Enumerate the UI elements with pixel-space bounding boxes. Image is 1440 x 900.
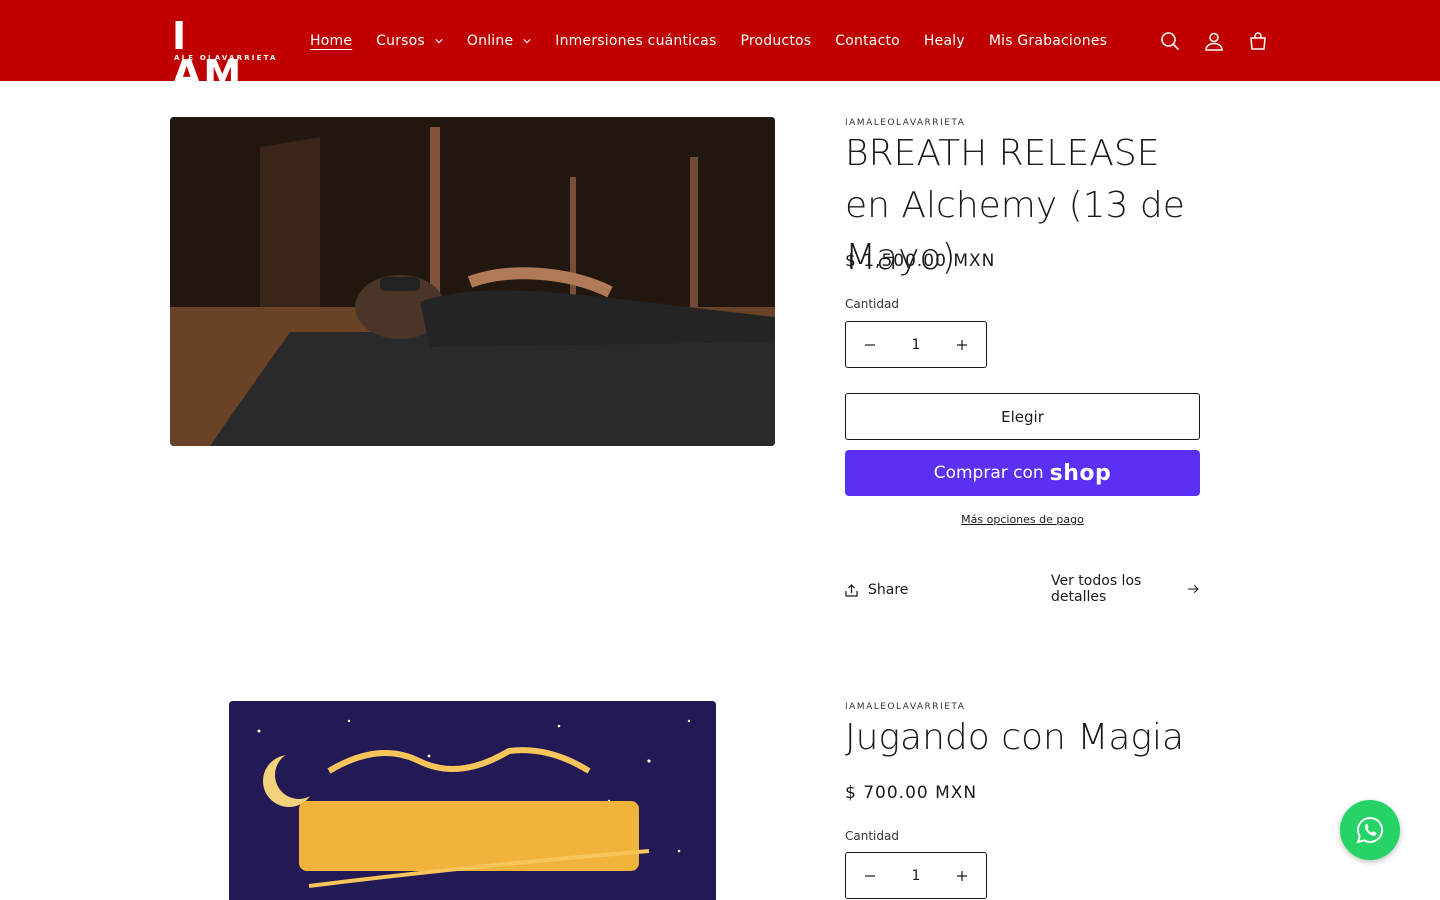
plus-icon — [956, 870, 967, 881]
nav-label: Online — [466, 32, 514, 49]
details-label: Ver todos los detalles — [1051, 573, 1142, 605]
site-logo[interactable]: I AM ALE OLAVARRIETA — [172, 17, 275, 93]
search-icon — [1161, 31, 1180, 50]
share-button[interactable]: Share — [845, 582, 908, 598]
shop-pay-logo: shop — [1049, 460, 1112, 486]
nav-label: Inmersiones cuánticas — [555, 32, 717, 49]
shop-pay-prefix: Comprar con — [933, 463, 1044, 483]
site-header: I AM ALE OLAVARRIETA Home Cursos Online … — [0, 0, 1440, 93]
product-vendor: IAMALEOLAVARRIETA — [845, 118, 966, 128]
account-icon — [1205, 32, 1223, 51]
cart-button[interactable] — [1236, 19, 1280, 63]
quantity-label: Cantidad — [845, 297, 899, 311]
main-nav: Home Cursos Online Inmersiones cuánticas… — [298, 0, 1119, 81]
logo-subtext: ALE OLAVARRIETA — [174, 54, 278, 62]
nav-item-inmersiones[interactable]: Inmersiones cuánticas — [543, 33, 728, 49]
product-photo — [170, 117, 775, 446]
quantity-increase-button[interactable] — [954, 337, 970, 353]
nav-label: Contacto — [835, 32, 900, 49]
quantity-decrease-button[interactable] — [862, 868, 878, 884]
view-details-link[interactable]: Ver todos los detalles — [1051, 573, 1200, 605]
shop-pay-button[interactable]: Comprar con shop — [845, 450, 1200, 496]
cart-icon — [1250, 31, 1266, 50]
share-icon — [845, 583, 858, 597]
whatsapp-icon — [1356, 816, 1384, 844]
quantity-input[interactable]: 1 — [912, 337, 921, 353]
nav-item-home[interactable]: Home — [298, 33, 364, 49]
minus-icon — [865, 874, 875, 877]
nav-label: Home — [310, 32, 353, 49]
nav-label: Cursos — [376, 32, 425, 49]
nav-label: Healy — [923, 32, 965, 49]
share-label: Share — [868, 582, 909, 598]
arrow-right-icon — [1188, 584, 1199, 594]
quantity-input[interactable]: 1 — [912, 868, 921, 884]
product-artwork — [229, 701, 716, 900]
product-price: $ 1,500.00 MXN — [845, 251, 996, 271]
choose-button[interactable]: Elegir — [845, 393, 1200, 440]
product-vendor: IAMALEOLAVARRIETA — [845, 702, 966, 712]
nav-label: Mis Grabaciones — [988, 32, 1108, 49]
chevron-down-icon — [523, 38, 531, 43]
whatsapp-button[interactable] — [1340, 800, 1400, 860]
account-button[interactable] — [1192, 19, 1236, 63]
nav-item-online[interactable]: Online — [455, 33, 543, 49]
nav-label: Productos — [740, 32, 812, 49]
product-price: $ 700.00 MXN — [845, 783, 978, 803]
quantity-increase-button[interactable] — [954, 868, 970, 884]
nav-item-grabaciones[interactable]: Mis Grabaciones — [977, 33, 1119, 49]
header-icons — [1148, 0, 1280, 81]
nav-item-cursos[interactable]: Cursos — [364, 33, 455, 49]
search-button[interactable] — [1148, 19, 1192, 63]
product-image-jugando-con-magia[interactable] — [229, 701, 716, 900]
quantity-stepper: 1 — [845, 852, 987, 899]
plus-icon — [956, 339, 967, 350]
nav-item-contacto[interactable]: Contacto — [823, 33, 912, 49]
nav-item-productos[interactable]: Productos — [728, 33, 823, 49]
quantity-label: Cantidad — [845, 829, 899, 843]
chevron-down-icon — [435, 38, 443, 43]
more-payment-options-link[interactable]: Más opciones de pago — [845, 513, 1200, 526]
minus-icon — [865, 343, 875, 346]
product-image-breath-release[interactable] — [170, 117, 775, 446]
nav-item-healy[interactable]: Healy — [912, 33, 977, 49]
product-title: Jugando con Magia — [845, 717, 1185, 758]
quantity-decrease-button[interactable] — [862, 337, 878, 353]
quantity-stepper: 1 — [845, 321, 987, 368]
